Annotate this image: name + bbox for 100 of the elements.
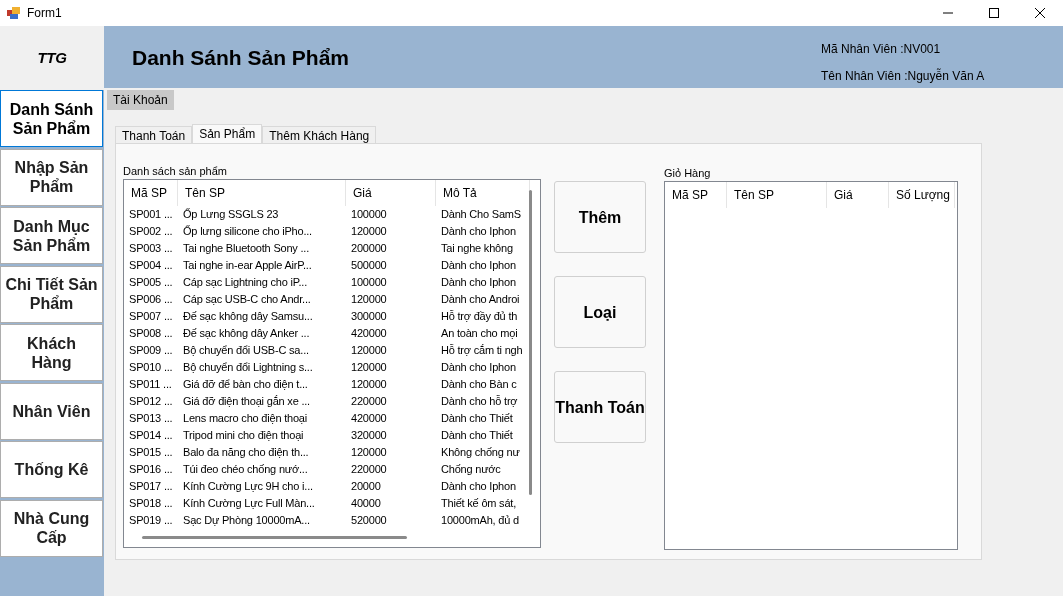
table-cell-text: SP010 ... (128, 360, 174, 376)
sidebar-item[interactable]: Chi Tiết Sản Phẩm (0, 265, 103, 323)
table-cell-text: 40000 (350, 496, 382, 512)
tab[interactable]: Thêm Khách Hàng (262, 126, 377, 143)
sidebar-item[interactable]: Nhà Cung Cấp (0, 499, 103, 557)
table-cell-text: Giá đỡ để bàn cho điện t... (182, 377, 309, 393)
table-cell-text: SP014 ... (128, 428, 174, 444)
table-row[interactable]: SP018 ... Kính Cường Lực Full Màn... 40000 Thiết kế ôm sát, (124, 495, 540, 512)
table-row[interactable]: SP004 ... Tai nghe in-ear Apple AirP... 500000 Dành cho Iphon (124, 257, 540, 274)
employee-name: Tên Nhân Viên :Nguyễn Văn A (821, 67, 986, 85)
close-icon (1035, 8, 1045, 18)
column-header[interactable]: Mã SP (124, 180, 178, 206)
table-cell-text: Không chống nư (440, 445, 521, 461)
column-header[interactable]: Số Lượng (889, 182, 955, 208)
table-cell-text: Kính Cường Lực 9H cho i... (182, 479, 314, 495)
table-cell-text: Dành cho Iphon (440, 224, 517, 240)
column-header[interactable]: Mã SP (665, 182, 727, 208)
table-row[interactable]: SP016 ... Túi đeo chéo chống nướ... 220000 Chống nước (124, 461, 540, 478)
table-cell-text: Dành cho Androi (440, 292, 521, 308)
table-cell-text: 520000 (350, 513, 388, 529)
window-title: Form1 (27, 5, 62, 22)
tab[interactable]: Thanh Toán (115, 126, 193, 143)
table-cell-text: 120000 (350, 360, 388, 376)
table-cell-text: Hỗ trợ cắm ti ngh (440, 343, 524, 359)
table-cell-text: Ốp Lưng SSGLS 23 (182, 207, 280, 223)
action-button[interactable]: Thêm (554, 181, 646, 253)
table-cell-text: Chống nước (440, 462, 502, 478)
table-row[interactable]: SP001 ... Ốp Lưng SSGLS 23 100000 Dành Cho SamS (124, 206, 540, 223)
employee-id: Mã Nhân Viên :NV001 (821, 41, 942, 58)
table-cell-text: SP005 ... (128, 275, 174, 291)
horizontal-scrollbar[interactable] (142, 536, 407, 539)
sidebar-item[interactable]: Danh Sánh Sản Phẩm (0, 90, 103, 147)
tab[interactable]: Sản Phẩm (192, 124, 263, 143)
app-icon (7, 6, 21, 20)
table-row[interactable]: SP003 ... Tai nghe Bluetooth Sony ... 200000 Tai nghe không (124, 240, 540, 257)
table-cell-text: Dành cho Thiết (440, 428, 514, 444)
table-cell-text: Dành cho Iphon (440, 258, 517, 274)
table-cell-text: Balo đa năng cho điện th... (182, 445, 310, 461)
table-row[interactable]: SP012 ... Giá đỡ điện thoại gắn xe ... 220000 Dành cho hỗ trợ (124, 393, 540, 410)
table-cell-text: Bộ chuyển đổi Lightning s... (182, 360, 314, 376)
table-cell-text: 100000 (350, 207, 388, 223)
table-cell-text: Tai nghe Bluetooth Sony ... (182, 241, 311, 257)
table-row[interactable]: SP002 ... Ốp lưng silicone cho iPho... 120000 Dành cho Iphon (124, 223, 540, 240)
table-cell-text: SP017 ... (128, 479, 174, 495)
column-header[interactable]: Tên SP (178, 180, 346, 206)
table-cell-text: SP006 ... (128, 292, 174, 308)
table-row[interactable]: SP019 ... Sạc Dự Phòng 10000mA... 520000 10000mAh, đủ d (124, 512, 540, 529)
table-row[interactable]: SP005 ... Cáp sạc Lightning cho iP... 100000 Dành cho Iphon (124, 274, 540, 291)
table-row[interactable]: SP006 ... Cáp sạc USB-C cho Andr... 120000 Dành cho Androi (124, 291, 540, 308)
table-cell-text: SP016 ... (128, 462, 174, 478)
table-cell-text: 120000 (350, 292, 388, 308)
table-row[interactable]: SP007 ... Đế sạc không dây Samsu... 300000 Hỗ trợ đầy đủ th (124, 308, 540, 325)
table-cell-text: SP019 ... (128, 513, 174, 529)
table-cell-text: 120000 (350, 343, 388, 359)
table-cell-text: SP015 ... (128, 445, 174, 461)
table-cell-text: Kính Cường Lực Full Màn... (182, 496, 316, 512)
table-cell-text: 420000 (350, 326, 388, 342)
list-caption: Giỏ Hàng (664, 166, 712, 181)
vertical-scrollbar[interactable] (529, 190, 532, 495)
table-cell-text: 200000 (350, 241, 388, 257)
column-header[interactable]: Tên SP (727, 182, 827, 208)
column-header[interactable]: Giá (346, 180, 436, 206)
table-cell-text: 120000 (350, 224, 388, 240)
action-button[interactable]: Thanh Toán (554, 371, 646, 443)
table-cell-text: Cáp sạc USB-C cho Andr... (182, 292, 312, 308)
sidebar-item[interactable]: Danh Mục Sản Phẩm (0, 207, 103, 264)
table-row[interactable]: SP011 ... Giá đỡ để bàn cho điện t... 120000 Dành cho Bàn c (124, 376, 540, 393)
sidebar-item[interactable]: Nhân Viên (0, 382, 103, 440)
table-cell-text: Dành Cho SamS (440, 207, 522, 223)
table-cell-text: Ốp lưng silicone cho iPho... (182, 224, 313, 240)
table-cell-text: SP007 ... (128, 309, 174, 325)
table-cell-text: Dành cho Iphon (440, 479, 517, 495)
table-cell-text: Sạc Dự Phòng 10000mA... (182, 513, 311, 529)
list-caption: Danh sách sản phẩm (123, 164, 228, 179)
sidebar-item[interactable]: Khách Hàng (0, 324, 103, 381)
table-cell-text: SP004 ... (128, 258, 174, 274)
menu-item[interactable]: Tài Khoản (107, 90, 174, 110)
table-cell-text: Đế sạc không dây Samsu... (182, 309, 314, 325)
table-cell-text: 300000 (350, 309, 388, 325)
table-cell-text: SP001 ... (128, 207, 174, 223)
table-row[interactable]: SP009 ... Bộ chuyển đổi USB-C sa... 120000 Hỗ trợ cắm ti ngh (124, 342, 540, 359)
table-cell-text: Dành cho Thiết (440, 411, 514, 427)
table-cell-text: An toàn cho mọi (440, 326, 519, 342)
sidebar-item[interactable]: Thống Kê (0, 441, 103, 498)
table-cell-text: SP009 ... (128, 343, 174, 359)
table-cell-text: SP012 ... (128, 394, 174, 410)
table-cell-text: Tripod mini cho điện thoại (182, 428, 305, 444)
action-button[interactable]: Loại (554, 276, 646, 348)
column-header[interactable]: Giá (827, 182, 889, 208)
table-cell-text: Đế sạc không dây Anker ... (182, 326, 311, 342)
table-row[interactable]: SP015 ... Balo đa năng cho điện th... 120000 Không chống nư (124, 444, 540, 461)
table-row[interactable]: SP008 ... Đế sạc không dây Anker ... 420000 An toàn cho mọi (124, 325, 540, 342)
table-cell-text: 320000 (350, 428, 388, 444)
sidebar-item[interactable]: Nhập Sản Phẩm (0, 148, 103, 206)
table-cell-text: Hỗ trợ đầy đủ th (440, 309, 519, 325)
table-row[interactable]: SP014 ... Tripod mini cho điện thoại 320000 Dành cho Thiết (124, 427, 540, 444)
table-row[interactable]: SP017 ... Kính Cường Lực 9H cho i... 20000 Dành cho Iphon (124, 478, 540, 495)
table-row[interactable]: SP010 ... Bộ chuyển đổi Lightning s... 120000 Dành cho Iphon (124, 359, 540, 376)
table-row[interactable]: SP013 ... Lens macro cho điện thoại 420000 Dành cho Thiết (124, 410, 540, 427)
table-cell-text: Giá đỡ điện thoại gắn xe ... (182, 394, 311, 410)
